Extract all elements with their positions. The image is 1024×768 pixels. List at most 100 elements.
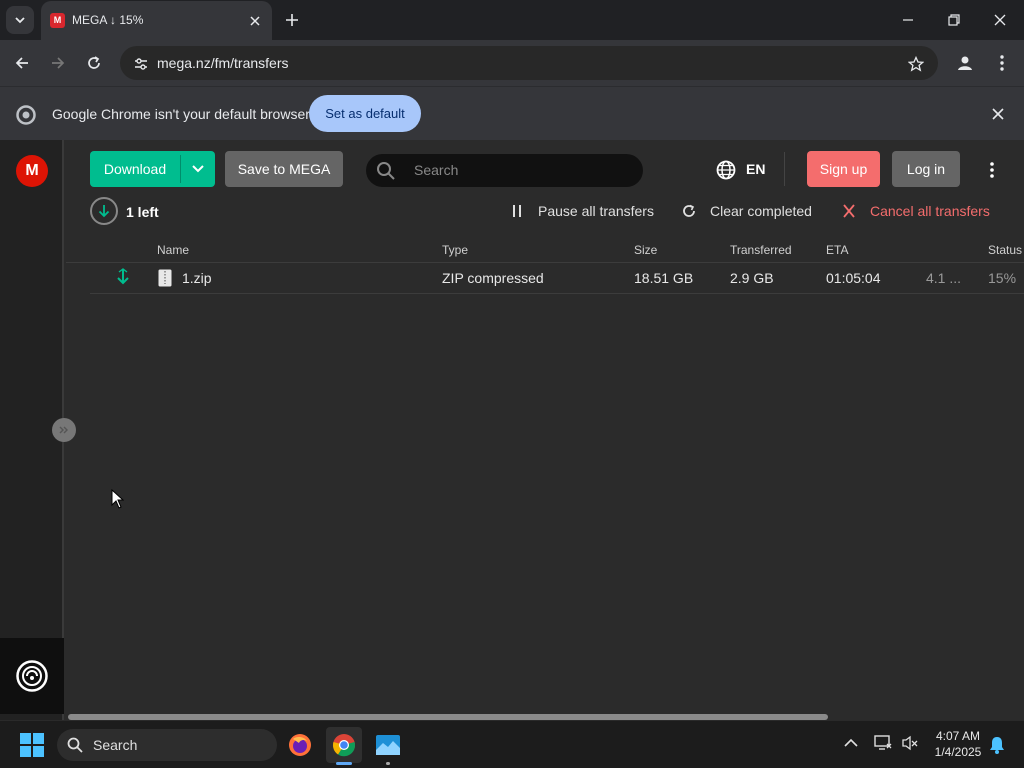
header-divider: [784, 152, 785, 186]
globe-icon[interactable]: [716, 160, 736, 180]
sidebar-collapse-handle[interactable]: [52, 418, 76, 442]
save-to-mega-button[interactable]: Save to MEGA: [225, 151, 343, 187]
volume-muted-icon[interactable]: [901, 735, 919, 751]
clock-time[interactable]: 4:07 AM: [930, 729, 986, 743]
notification-bell-icon[interactable]: [989, 736, 1005, 754]
table-divider: [90, 293, 1024, 294]
search-placeholder: Search: [414, 162, 459, 178]
forward-button[interactable]: [43, 48, 73, 78]
cancel-all-transfers-button[interactable]: Cancel all transfers: [840, 201, 990, 221]
download-options-button[interactable]: [181, 151, 215, 187]
firefox-icon: [289, 734, 311, 756]
column-header-size[interactable]: Size: [634, 243, 657, 257]
plus-icon: [286, 14, 298, 26]
sign-up-button[interactable]: Sign up: [807, 151, 880, 187]
start-button[interactable]: [20, 733, 44, 757]
log-in-button[interactable]: Log in: [892, 151, 960, 187]
clear-completed-label: Clear completed: [710, 203, 812, 219]
restore-button[interactable]: [936, 8, 972, 32]
search-icon: [67, 737, 83, 753]
taskbar: Search 4:07 AM 1/4/2025: [0, 720, 1024, 768]
column-header-type[interactable]: Type: [442, 243, 468, 257]
forward-arrow-icon: [52, 57, 65, 69]
set-as-default-button[interactable]: Set as default: [309, 95, 421, 132]
bookmark-button[interactable]: [901, 49, 931, 79]
column-header-status[interactable]: Status: [988, 243, 1022, 257]
infobar-message: Google Chrome isn't your default browser: [52, 106, 310, 122]
minimize-button[interactable]: [890, 8, 926, 32]
site-info-button[interactable]: [126, 49, 156, 79]
firefox-app[interactable]: [282, 727, 318, 763]
chrome-icon: [332, 734, 356, 757]
mega-logo[interactable]: M: [16, 155, 48, 187]
tab-search-button[interactable]: [6, 6, 34, 34]
search-input[interactable]: Search: [366, 154, 643, 187]
more-vertical-icon: [990, 162, 994, 178]
chevron-up-icon: [844, 738, 858, 747]
pause-all-label: Pause all transfers: [538, 203, 654, 219]
download-button[interactable]: Download: [90, 151, 180, 187]
infobar-close-button[interactable]: [983, 99, 1013, 129]
menu-button[interactable]: [982, 157, 1002, 183]
show-hidden-icons-button[interactable]: [844, 738, 858, 748]
table-row[interactable]: 1.zip ZIP compressed 18.51 GB 2.9 GB 01:…: [90, 263, 1024, 294]
chrome-menu-button[interactable]: [987, 48, 1017, 78]
active-app-indicator: [336, 762, 352, 765]
close-icon: [994, 14, 1006, 26]
double-chevron-icon: [59, 426, 68, 434]
column-header-eta[interactable]: ETA: [826, 243, 848, 257]
download-direction-icon: [116, 268, 130, 286]
clock-date[interactable]: 1/4/2025: [930, 745, 986, 759]
cancel-all-label: Cancel all transfers: [870, 203, 990, 219]
minimize-icon: [903, 19, 913, 21]
back-arrow-icon: [15, 57, 28, 69]
profile-button[interactable]: [950, 48, 980, 78]
reload-button[interactable]: [79, 48, 109, 78]
language-selector[interactable]: EN: [746, 161, 765, 177]
download-split-button: Download: [90, 151, 215, 187]
status-value: 15%: [988, 270, 1017, 286]
pause-icon: [513, 205, 521, 217]
refresh-icon: [683, 204, 695, 217]
column-header-name[interactable]: Name: [157, 243, 189, 257]
tab-close-button[interactable]: [246, 12, 264, 30]
close-icon: [843, 204, 855, 218]
browser-toolbar: mega.nz/fm/transfers: [0, 40, 1024, 86]
tune-icon: [135, 58, 147, 70]
mouse-cursor-icon: [111, 489, 124, 509]
default-browser-infobar: Google Chrome isn't your default browser…: [0, 86, 1024, 140]
tab-title: MEGA ↓ 15%: [72, 13, 144, 27]
taskbar-search-label: Search: [93, 737, 138, 753]
horizontal-scrollbar[interactable]: [66, 712, 1024, 720]
transfer-speed: 4.1 ...: [926, 270, 962, 286]
file-name: 1.zip: [182, 270, 212, 286]
chrome-app[interactable]: [326, 727, 362, 763]
file-size: 18.51 GB: [634, 270, 694, 286]
eta-value: 01:05:04: [826, 270, 881, 286]
pause-all-transfers-button[interactable]: Pause all transfers: [508, 201, 654, 221]
zip-file-icon: [158, 269, 172, 287]
browser-tab[interactable]: M MEGA ↓ 15%: [41, 1, 272, 40]
running-app-indicator: [386, 762, 390, 765]
column-header-transferred[interactable]: Transferred: [730, 243, 792, 257]
transferred-amount: 2.9 GB: [730, 270, 774, 286]
sidebar-bottom-panel: [0, 638, 64, 714]
photos-app[interactable]: [370, 727, 406, 763]
url-text: mega.nz/fm/transfers: [157, 55, 289, 71]
mega-favicon-icon: M: [50, 13, 65, 28]
windows-logo-icon: [20, 733, 44, 757]
transfer-speed-icon[interactable]: [15, 659, 49, 693]
mega-page: M Download Save to MEGA Search EN Sign u…: [0, 140, 1024, 720]
restore-icon: [948, 14, 960, 26]
network-icon[interactable]: [874, 735, 892, 751]
taskbar-search[interactable]: Search: [57, 729, 277, 761]
reload-icon: [88, 56, 100, 69]
back-button[interactable]: [7, 48, 37, 78]
profile-icon: [958, 56, 972, 70]
address-bar[interactable]: mega.nz/fm/transfers: [120, 46, 938, 80]
window-close-button[interactable]: [982, 8, 1018, 32]
clear-completed-button[interactable]: Clear completed: [680, 201, 812, 221]
new-tab-button[interactable]: [282, 10, 302, 30]
more-vertical-icon: [1000, 55, 1004, 71]
chevron-down-icon: [15, 17, 25, 24]
